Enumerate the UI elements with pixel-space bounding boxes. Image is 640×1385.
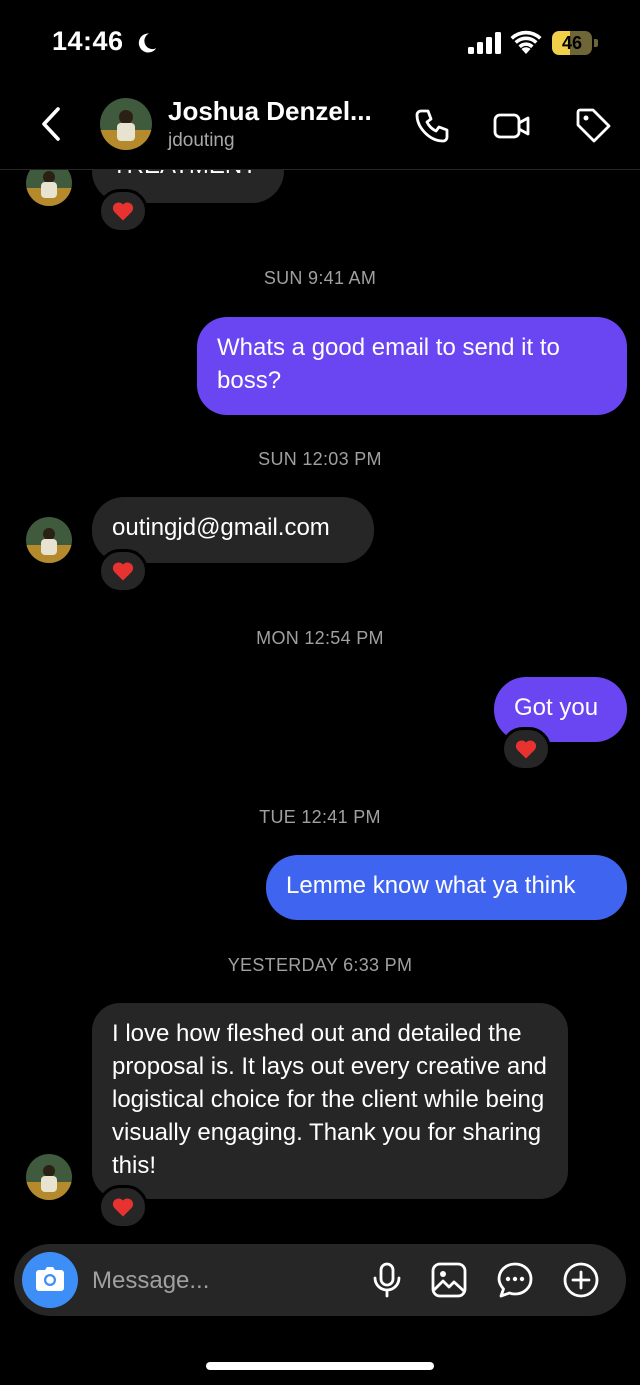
message-thread[interactable]: TREATMENT ❤️ SUN 9:41 AM Whats a good em…: [0, 86, 640, 1236]
heart-icon: [112, 562, 134, 581]
contact-avatar[interactable]: [26, 1154, 72, 1200]
message-bubble-outgoing[interactable]: Whats a good email to send it to boss?: [197, 317, 627, 415]
heart-reaction[interactable]: ❤️: [98, 189, 148, 233]
heart-reaction[interactable]: ❤️: [98, 549, 148, 593]
message-input[interactable]: [92, 1264, 352, 1298]
message-timestamp: SUN 9:41 AM: [263, 268, 377, 288]
message-timestamp: TUE 12:41 PM: [259, 807, 381, 827]
message-text: Lemme know what ya think: [286, 872, 576, 899]
contact-name[interactable]: Joshua Denzel...: [168, 96, 372, 127]
phone-icon[interactable]: [412, 106, 452, 146]
message-text: I love how fleshed out and detailed the …: [112, 1020, 547, 1179]
status-bar: 14:46 46: [0, 0, 640, 86]
message-timestamp: YESTERDAY 6:33 PM: [227, 955, 413, 975]
message-text: outingjd@gmail.com: [112, 514, 330, 541]
camera-icon: [36, 1267, 64, 1291]
message-timestamp: SUN 12:03 PM: [258, 449, 382, 469]
camera-button[interactable]: [22, 1252, 78, 1308]
heart-reaction[interactable]: ❤️: [98, 1185, 148, 1229]
heart-icon: [515, 740, 537, 759]
message-bubble-incoming[interactable]: I love how fleshed out and detailed the …: [92, 1003, 568, 1199]
message-text: Got you: [514, 694, 599, 721]
sticker-icon[interactable]: [496, 1261, 534, 1299]
tag-icon[interactable]: [573, 106, 613, 146]
message-timestamp: MON 12:54 PM: [256, 628, 384, 648]
message-bubble-outgoing[interactable]: Lemme know what ya think: [266, 855, 627, 920]
message-composer: [14, 1244, 626, 1316]
contact-handle[interactable]: jdouting: [168, 130, 235, 152]
contact-avatar[interactable]: [26, 517, 72, 563]
heart-reaction[interactable]: ❤️: [501, 727, 551, 771]
status-time: 14:46: [52, 26, 124, 56]
back-icon[interactable]: [36, 104, 70, 144]
wifi-icon: [510, 30, 542, 54]
heart-icon: [112, 1198, 134, 1217]
microphone-icon[interactable]: [368, 1261, 406, 1299]
header-avatar[interactable]: [100, 98, 152, 150]
message-text: Whats a good email to send it to boss?: [217, 334, 560, 394]
plus-icon[interactable]: [562, 1261, 600, 1299]
battery-icon: 46: [552, 31, 598, 55]
heart-icon: [112, 202, 134, 221]
battery-level: 46: [561, 33, 583, 53]
chat-header: Joshua Denzel... jdouting: [0, 86, 640, 170]
moon-icon: [138, 33, 157, 53]
gallery-icon[interactable]: [430, 1261, 468, 1299]
video-icon[interactable]: [492, 106, 532, 146]
home-indicator[interactable]: [206, 1362, 434, 1370]
cellular-signal-icon: [468, 32, 501, 54]
